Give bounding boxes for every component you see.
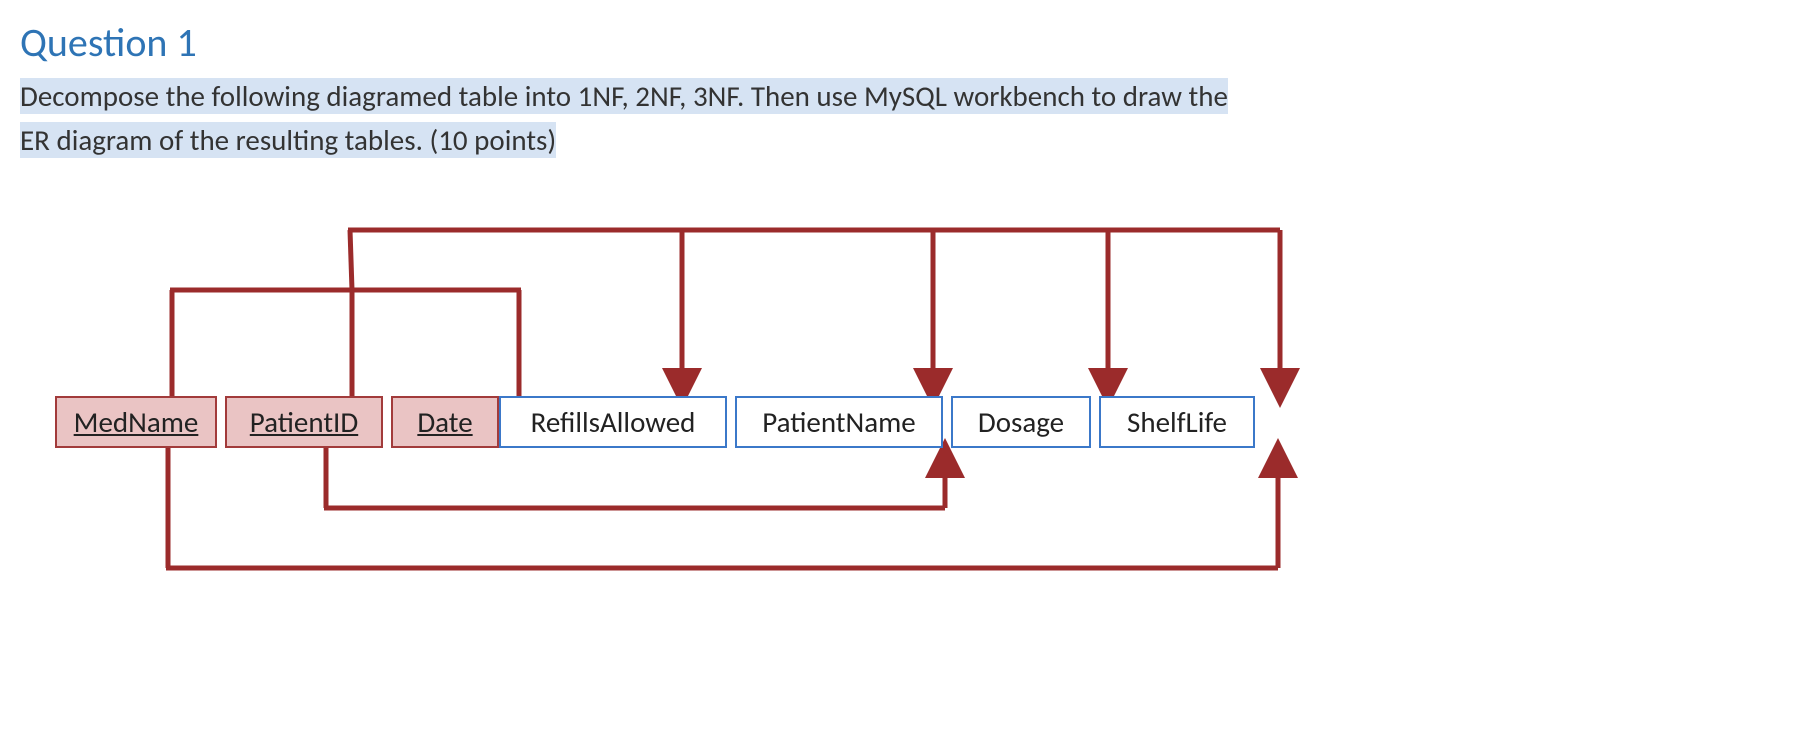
question-heading: Question 1 bbox=[0, 0, 1814, 67]
attr-medname: MedName bbox=[55, 396, 217, 448]
dependency-arrows bbox=[0, 180, 1814, 742]
attr-dosage: Dosage bbox=[951, 396, 1091, 448]
attr-shelflife: ShelfLife bbox=[1099, 396, 1255, 448]
attr-refillsallowed: RefillsAllowed bbox=[499, 396, 727, 448]
fd-diagram: MedName PatientID Date RefillsAllowed Pa… bbox=[0, 180, 1814, 742]
attr-date: Date bbox=[391, 396, 499, 448]
prompt-line-2: ER diagram of the resulting tables. (10 … bbox=[20, 122, 556, 158]
attr-patientname: PatientName bbox=[735, 396, 943, 448]
question-prompt: Decompose the following diagramed table … bbox=[0, 67, 1814, 162]
prompt-line-1: Decompose the following diagramed table … bbox=[20, 78, 1228, 114]
attr-patientid: PatientID bbox=[225, 396, 383, 448]
attribute-row: MedName PatientID Date RefillsAllowed Pa… bbox=[55, 396, 1263, 448]
